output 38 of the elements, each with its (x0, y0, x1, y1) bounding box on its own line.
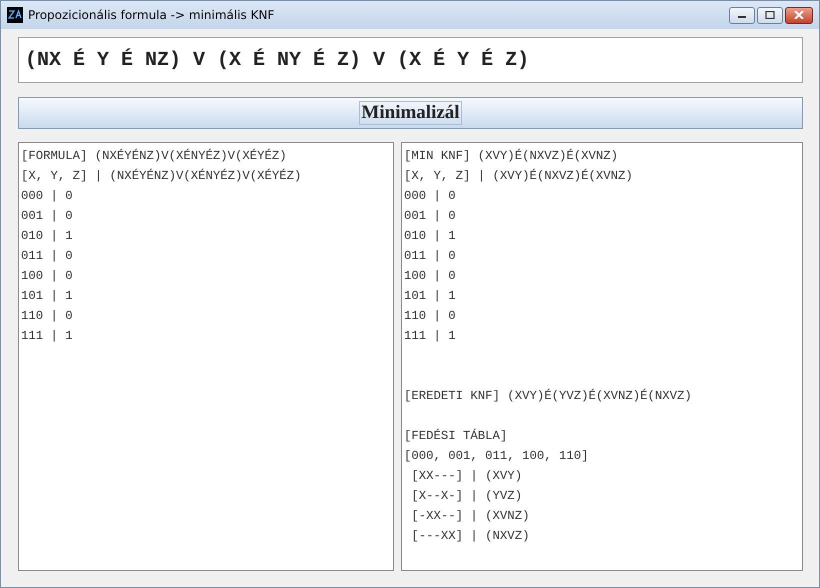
output-line: 011 | 0 (404, 248, 457, 265)
output-line: 000 | 0 (404, 188, 457, 205)
close-button[interactable] (785, 6, 813, 24)
output-line: 111 | 1 (404, 328, 457, 345)
output-line: 001 | 0 (21, 208, 74, 225)
maximize-button[interactable] (757, 6, 783, 24)
output-line: [MIN KNF] (XVY)É(NXVZ)É(XVNZ) (404, 148, 620, 165)
output-line: 011 | 0 (21, 248, 74, 265)
minimize-button[interactable] (729, 6, 755, 24)
output-line: [XX---] | (XVY) (410, 468, 524, 485)
output-line: [---XX] | (NXVZ) (410, 528, 530, 545)
output-line: 101 | 1 (21, 288, 74, 305)
output-line: 110 | 0 (404, 308, 457, 325)
output-line: 001 | 0 (404, 208, 457, 225)
output-line: [FORMULA] (NXÉYÉNZ)V(XÉNYÉZ)V(XÉYÉZ) (21, 148, 288, 165)
output-line: 111 | 1 (21, 328, 74, 345)
output-line: [EREDETI KNF] (XVY)É(YVZ)É(XVNZ)É(NXVZ) (404, 388, 693, 405)
output-line: 100 | 0 (404, 268, 457, 285)
output-line: [FEDÉSI TÁBLA] (404, 428, 508, 445)
knf-output-area[interactable] (401, 142, 803, 571)
output-line: [-XX--] | (XVNZ) (410, 508, 530, 525)
close-icon (794, 11, 804, 19)
output-line: 000 | 0 (21, 188, 74, 205)
formula-output-area[interactable]: [FORMULA] (NXÉYÉNZ)V(XÉNYÉZ)V(XÉYÉZ) [X, Y, Z] | (NXÉYÉNZ)V(XÉNYÉZ)V(XÉYÉZ) 000 | 0 001 | 0 010 | 1 011 | 0 100 | 0 101 | 1 110 | 0 111 | 1 (18, 142, 394, 571)
output-line: [000, 001, 011, 100, 110] (404, 448, 590, 465)
output-line: 100 | 0 (21, 268, 74, 285)
output-line: 010 | 1 (21, 228, 74, 245)
output-line: [X--X-] | (YVZ) (410, 488, 524, 505)
output-line: 110 | 0 (21, 308, 74, 325)
output-line: [X, Y, Z] | (NXÉYÉNZ)V(XÉNYÉZ)V(XÉYÉZ) (21, 168, 302, 185)
maximize-icon (765, 11, 775, 19)
output-line: 010 | 1 (404, 228, 457, 245)
minimize-formula-button[interactable]: Minimalizál (18, 97, 803, 129)
window-title: Propozicionális formula -> minimális KNF (28, 8, 276, 22)
output-line: [X, Y, Z] | (XVY)É(NXVZ)É(XVNZ) (404, 168, 634, 185)
formula-input-field[interactable]: (NX É Y É NZ) V (X É NY É Z) V (X É Y É Z) (18, 37, 803, 83)
app-logo-icon (7, 7, 23, 23)
output-line: 101 | 1 (404, 288, 457, 305)
